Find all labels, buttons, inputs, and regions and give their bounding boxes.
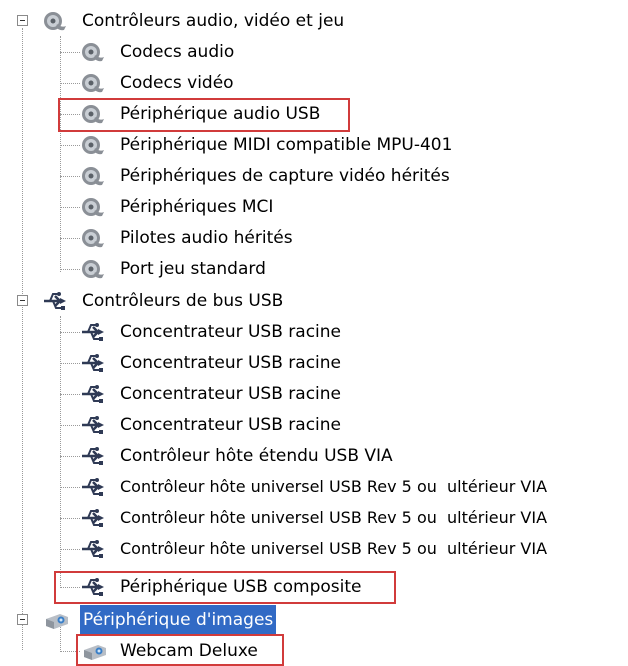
camera-icon bbox=[46, 614, 68, 629]
tree-line bbox=[60, 238, 80, 239]
highlight-box bbox=[76, 634, 284, 666]
usb-icon bbox=[82, 540, 104, 558]
device-item[interactable]: Concentrateur USB racine bbox=[0, 379, 628, 409]
device-item[interactable]: Codecs audio bbox=[0, 37, 628, 67]
tree-line bbox=[60, 363, 80, 364]
tree-line bbox=[60, 425, 80, 426]
device-label: Périphériques MCI bbox=[120, 197, 274, 217]
device-label: Contrôleur hôte étendu USB VIA bbox=[120, 446, 393, 466]
tree-line bbox=[60, 52, 80, 53]
usb-icon bbox=[82, 354, 104, 372]
device-item[interactable]: Contrôleur hôte étendu USB VIA bbox=[0, 441, 628, 471]
usb-icon bbox=[82, 385, 104, 403]
category-label: Périphérique d'images bbox=[80, 605, 277, 635]
tree-line bbox=[60, 145, 80, 146]
device-label: Concentrateur USB racine bbox=[120, 384, 341, 404]
tree-line bbox=[60, 456, 80, 457]
device-item[interactable]: Pilotes audio hérités bbox=[0, 223, 628, 253]
device-label: Périphériques de capture vidéo hérités bbox=[120, 166, 450, 186]
device-item[interactable]: Concentrateur USB racine bbox=[0, 348, 628, 378]
collapse-toggle[interactable] bbox=[17, 614, 28, 625]
speaker-icon bbox=[82, 74, 104, 93]
usb-icon bbox=[82, 478, 104, 496]
usb-icon bbox=[82, 416, 104, 434]
tree-line bbox=[60, 83, 80, 84]
tree-line bbox=[60, 394, 80, 395]
usb-icon bbox=[82, 323, 104, 341]
device-label: Contrôleur hôte universel USB Rev 5 ou u… bbox=[120, 539, 548, 558]
device-item[interactable]: Contrôleur hôte universel USB Rev 5 ou u… bbox=[0, 534, 628, 564]
device-label: Port jeu standard bbox=[120, 259, 266, 279]
highlight-box bbox=[58, 98, 350, 132]
device-label: Périphérique MIDI compatible MPU-401 bbox=[120, 135, 453, 155]
device-label: Codecs vidéo bbox=[120, 73, 234, 93]
device-label: Concentrateur USB racine bbox=[120, 322, 341, 342]
usb-icon bbox=[44, 292, 66, 310]
tree-line bbox=[60, 176, 80, 177]
tree-line bbox=[60, 549, 80, 550]
device-item[interactable]: Concentrateur USB racine bbox=[0, 410, 628, 440]
collapse-toggle[interactable] bbox=[17, 295, 28, 306]
device-label: Pilotes audio hérités bbox=[120, 228, 293, 248]
category-audio-video[interactable]: Contrôleurs audio, vidéo et jeu bbox=[0, 6, 628, 36]
category-label: Contrôleurs audio, vidéo et jeu bbox=[82, 11, 345, 31]
device-item[interactable]: Contrôleur hôte universel USB Rev 5 ou u… bbox=[0, 472, 628, 502]
speaker-icon bbox=[82, 43, 104, 62]
device-item[interactable]: Périphériques de capture vidéo hérités bbox=[0, 161, 628, 191]
device-tree: Contrôleurs audio, vidéo et jeu Codecs a… bbox=[0, 0, 628, 666]
tree-line bbox=[60, 269, 80, 270]
highlight-box bbox=[54, 571, 396, 604]
speaker-icon bbox=[82, 260, 104, 279]
category-imaging-devices[interactable]: Périphérique d'images bbox=[0, 605, 628, 635]
collapse-toggle[interactable] bbox=[17, 15, 28, 26]
device-label: Concentrateur USB racine bbox=[120, 353, 341, 373]
device-item[interactable]: Port jeu standard bbox=[0, 254, 628, 284]
tree-line bbox=[60, 487, 80, 488]
category-label: Contrôleurs de bus USB bbox=[82, 291, 284, 311]
tree-line bbox=[60, 518, 80, 519]
device-label: Contrôleur hôte universel USB Rev 5 ou u… bbox=[120, 508, 548, 527]
category-usb-controllers[interactable]: Contrôleurs de bus USB bbox=[0, 286, 628, 316]
speaker-icon bbox=[82, 229, 104, 248]
device-item[interactable]: Concentrateur USB racine bbox=[0, 317, 628, 347]
device-item[interactable]: Périphérique MIDI compatible MPU-401 bbox=[0, 130, 628, 160]
device-item[interactable]: Périphériques MCI bbox=[0, 192, 628, 222]
device-label: Codecs audio bbox=[120, 42, 235, 62]
device-item[interactable]: Codecs vidéo bbox=[0, 68, 628, 98]
device-label: Contrôleur hôte universel USB Rev 5 ou u… bbox=[120, 477, 548, 496]
speaker-icon bbox=[82, 167, 104, 186]
speaker-icon bbox=[82, 136, 104, 155]
device-item[interactable]: Contrôleur hôte universel USB Rev 5 ou u… bbox=[0, 503, 628, 533]
tree-line bbox=[60, 332, 80, 333]
speaker-icon bbox=[82, 198, 104, 217]
tree-line bbox=[60, 207, 80, 208]
device-label: Concentrateur USB racine bbox=[120, 415, 341, 435]
usb-icon bbox=[82, 509, 104, 527]
speaker-icon bbox=[44, 12, 66, 31]
usb-icon bbox=[82, 447, 104, 465]
